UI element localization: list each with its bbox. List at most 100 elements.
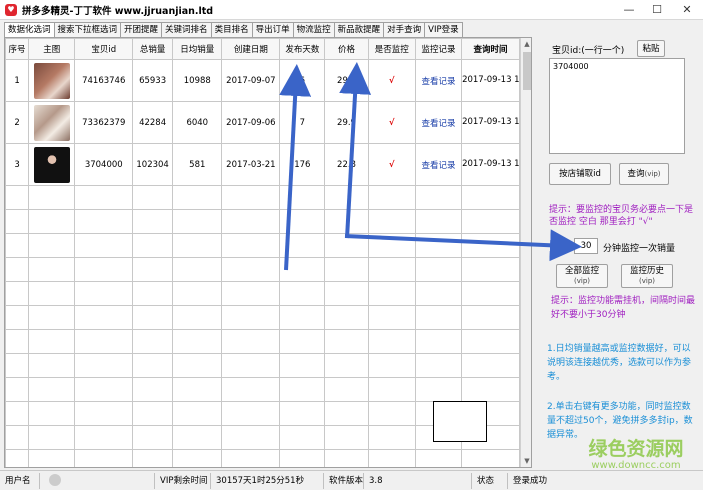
- selected-cell[interactable]: [433, 401, 487, 442]
- vip-remaining-value: 30157天1时25分51秒: [211, 472, 324, 489]
- monitor-history-button[interactable]: 监控历史 (vip): [621, 264, 673, 288]
- cell-index: 3: [5, 143, 30, 186]
- monitor-all-label: 全部监控: [564, 266, 599, 276]
- cell-image: [28, 59, 76, 102]
- empty-row[interactable]: [5, 233, 520, 258]
- table-header-row: 序号 主图 宝贝id 总销量 日均销量 创建日期 发布天数 价格 是否监控 监控…: [5, 38, 520, 60]
- cell-monitor-check[interactable]: √: [367, 101, 416, 144]
- data-grid: 序号 主图 宝贝id 总销量 日均销量 创建日期 发布天数 价格 是否监控 监控…: [4, 37, 532, 468]
- col-header-id[interactable]: 宝贝id: [74, 38, 134, 60]
- empty-row[interactable]: [5, 257, 520, 282]
- col-header-publish-days[interactable]: 发布天数: [279, 38, 326, 60]
- empty-row[interactable]: [5, 329, 520, 354]
- vip-remaining-label: VIP剩余时间: [155, 472, 211, 489]
- query-button[interactable]: 查询 (vip): [619, 163, 669, 185]
- empty-row[interactable]: [5, 305, 520, 330]
- user-label: 用户名: [0, 472, 40, 489]
- view-record-link[interactable]: 查看记录: [414, 143, 463, 186]
- col-header-monitor-record[interactable]: 监控记录: [414, 38, 463, 60]
- view-record-link[interactable]: 查看记录: [414, 59, 463, 102]
- scroll-thumb[interactable]: [523, 52, 531, 90]
- col-header-create-date[interactable]: 创建日期: [221, 38, 281, 60]
- id-input-label: 宝贝id:(一行一个): [552, 46, 625, 56]
- cell-index: 2: [5, 101, 30, 144]
- table-row[interactable]: 3 3704000 102304 581 2017-03-21 176 22.8…: [5, 143, 520, 186]
- monitor-all-button[interactable]: 全部监控 (vip): [556, 264, 608, 288]
- id-textarea[interactable]: 3704000: [549, 58, 685, 154]
- shop-fetch-id-button[interactable]: 按店铺取id: [549, 163, 611, 185]
- status-bar: 用户名 VIP剩余时间 30157天1时25分51秒 软件版本 3.8 状态 登…: [0, 470, 703, 490]
- view-record-link[interactable]: 查看记录: [414, 101, 463, 144]
- tab-group-reminder[interactable]: 开团提醒: [120, 22, 163, 37]
- tab-vip-login[interactable]: VIP登录: [424, 22, 463, 37]
- monitor-history-label: 监控历史: [629, 266, 664, 276]
- cell-image: [28, 101, 76, 144]
- cell-price: 29.9: [324, 101, 369, 144]
- empty-row[interactable]: [5, 281, 520, 306]
- cell-query-time: 2017-09-13 11:38:58: [461, 59, 520, 102]
- empty-row[interactable]: [5, 209, 520, 234]
- col-header-monitor[interactable]: 是否监控: [367, 38, 416, 60]
- tab-search-dropdown[interactable]: 搜索下拉框选词: [53, 22, 122, 37]
- app-logo-icon: ♥: [5, 3, 17, 16]
- col-header-index[interactable]: 序号: [5, 38, 30, 60]
- empty-row[interactable]: [5, 185, 520, 210]
- table-row[interactable]: 1 74163746 65933 10988 2017-09-07 6 29.9…: [5, 59, 520, 102]
- monitor-history-vip: (vip): [639, 277, 655, 285]
- cell-total-sales: 42284: [132, 101, 174, 144]
- cell-publish-days: 6: [279, 59, 326, 102]
- col-header-price[interactable]: 价格: [324, 38, 369, 60]
- tab-export-orders[interactable]: 导出订单: [251, 22, 294, 37]
- cell-index: 1: [5, 59, 30, 102]
- empty-row[interactable]: [5, 353, 520, 378]
- tab-competitor[interactable]: 对手查询: [383, 22, 426, 37]
- cell-publish-days: 7: [279, 101, 326, 144]
- table-row[interactable]: 2 73362379 42284 6040 2017-09-06 7 29.9 …: [5, 101, 520, 144]
- query-button-vip: (vip): [644, 170, 661, 178]
- col-header-total-sales[interactable]: 总销量: [132, 38, 174, 60]
- monitor-hint-text: 提示：要监控的宝贝务必要点一下是否监控 空白 那里会打 "√": [549, 205, 694, 227]
- version-label: 软件版本: [324, 472, 364, 489]
- cell-create-date: 2017-09-06: [221, 101, 281, 144]
- cell-total-sales: 65933: [132, 59, 174, 102]
- window-controls: — ☐ ✕: [615, 0, 703, 20]
- cell-price: 29.9: [324, 59, 369, 102]
- cell-query-time: 2017-09-13 11:39:26: [461, 101, 520, 144]
- query-button-label: 查询: [627, 169, 645, 179]
- cell-publish-days: 176: [279, 143, 326, 186]
- vertical-scrollbar[interactable]: ▲ ▼: [520, 38, 531, 467]
- scroll-up-icon[interactable]: ▲: [521, 38, 531, 50]
- maximize-icon[interactable]: ☐: [643, 0, 671, 20]
- version-value: 3.8: [364, 472, 472, 489]
- cell-create-date: 2017-09-07: [221, 59, 281, 102]
- state-value: 登录成功: [513, 475, 548, 486]
- col-header-query-time[interactable]: 查询时间: [461, 38, 520, 60]
- empty-row[interactable]: [5, 377, 520, 402]
- tab-keyword-rank[interactable]: 关键词排名: [161, 22, 212, 37]
- tab-logistics[interactable]: 物流监控: [292, 22, 335, 37]
- idle-hint-text: 提示：监控功能需挂机，间隔时间最好不要小于30分钟: [551, 296, 696, 320]
- interval-input[interactable]: 30: [574, 238, 598, 254]
- tab-new-product[interactable]: 新品款提醒: [333, 22, 385, 37]
- product-thumbnail: [33, 62, 70, 99]
- scroll-down-icon[interactable]: ▼: [521, 455, 531, 467]
- minimize-icon[interactable]: —: [615, 0, 643, 20]
- close-icon[interactable]: ✕: [671, 0, 703, 20]
- cell-create-date: 2017-03-21: [221, 143, 281, 186]
- cell-monitor-check[interactable]: √: [367, 59, 416, 102]
- window-title: 拼多多精灵-丁丁软件 www.jjruanjian.ltd: [22, 5, 214, 17]
- cell-daily-sales: 581: [172, 143, 223, 186]
- col-header-daily-sales[interactable]: 日均销量: [172, 38, 223, 60]
- cell-total-sales: 102304: [132, 143, 174, 186]
- cell-daily-sales: 10988: [172, 59, 223, 102]
- col-header-image[interactable]: 主图: [28, 38, 76, 60]
- user-avatar-cell: [40, 472, 155, 489]
- empty-row[interactable]: [5, 449, 520, 467]
- paste-button[interactable]: 粘贴: [637, 40, 665, 57]
- tab-data-keyword[interactable]: 数据化选词: [4, 22, 55, 38]
- cell-monitor-check[interactable]: √: [367, 143, 416, 186]
- tab-category-rank[interactable]: 类目排名: [210, 22, 253, 37]
- title-bar: ♥ 拼多多精灵-丁丁软件 www.jjruanjian.ltd — ☐ ✕: [0, 0, 703, 20]
- cell-daily-sales: 6040: [172, 101, 223, 144]
- cell-image: [28, 143, 76, 186]
